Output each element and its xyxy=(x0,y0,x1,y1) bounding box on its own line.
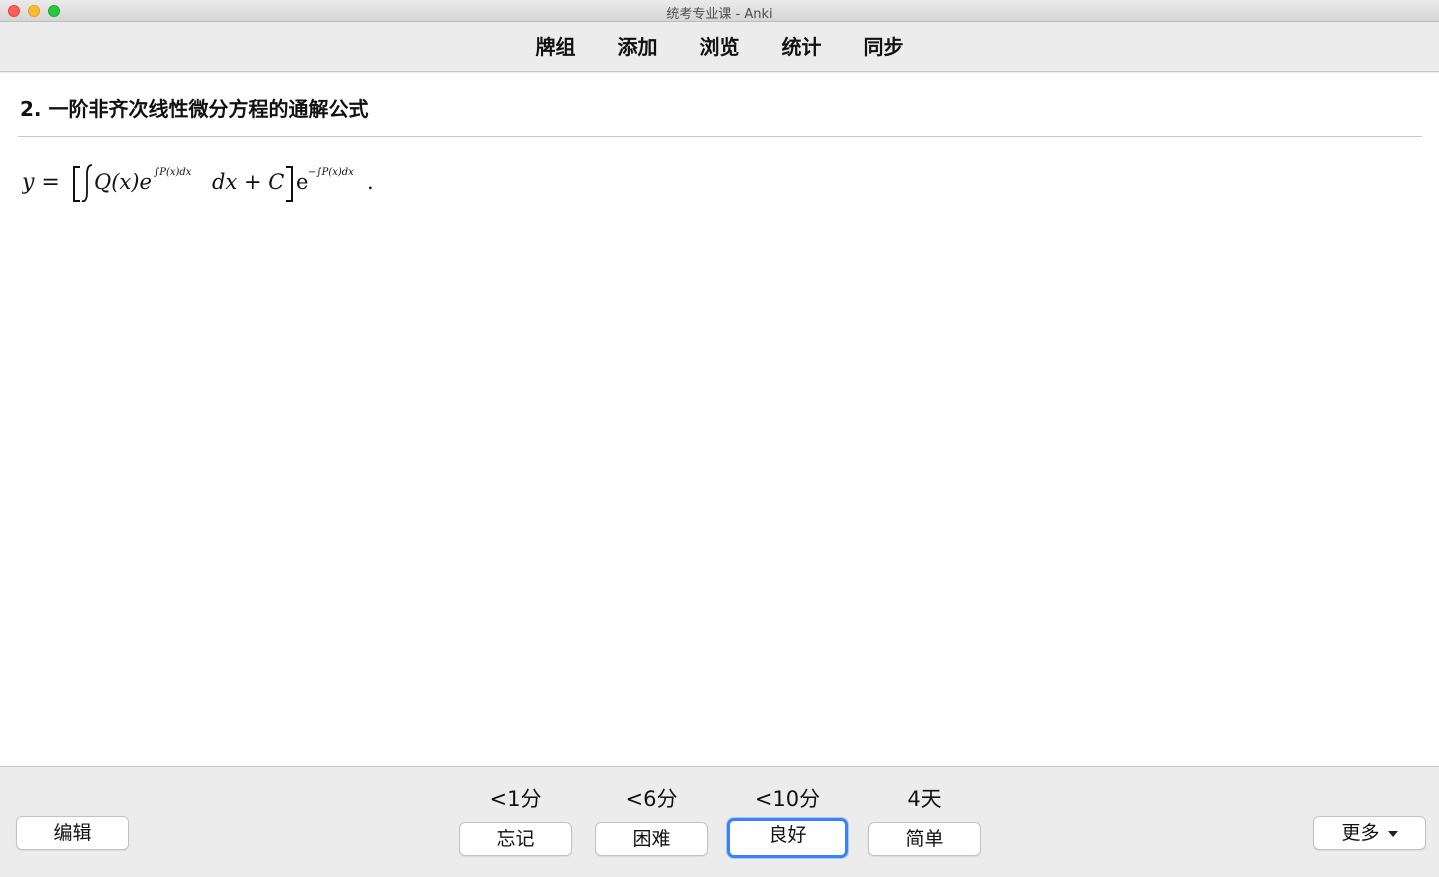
toolbar-decks[interactable]: 牌组 xyxy=(536,34,576,60)
hard-button[interactable]: 困难 xyxy=(595,822,708,856)
formula-term1: Q(x)e xyxy=(94,170,152,194)
good-button[interactable]: 良好 xyxy=(727,818,848,858)
formula-exp1: ∫P(x)dx xyxy=(154,167,192,178)
interval-again: <1分 xyxy=(489,787,542,811)
again-button[interactable]: 忘记 xyxy=(459,822,572,856)
card-content: 2. 一阶非齐次线性微分方程的通解公式 y = Q(x)e ∫P(x)dx dx… xyxy=(0,73,1439,766)
formula-dx: dx + C xyxy=(212,170,284,194)
window-titlebar: 统考专业课 - Anki xyxy=(0,0,1439,22)
more-button[interactable]: 更多 xyxy=(1313,816,1426,850)
easy-button[interactable]: 简单 xyxy=(868,822,981,856)
formula-term2: e xyxy=(296,170,308,194)
interval-hard: <6分 xyxy=(625,787,678,811)
answer-divider xyxy=(18,136,1422,137)
answer-formula-image: y = Q(x)e ∫P(x)dx dx + C e −∫P(x)dx . xyxy=(22,157,382,207)
review-bottom-bar: 编辑 <1分 <6分 <10分 4天 忘记 困难 良好 简单 更多 xyxy=(0,766,1439,877)
formula-lhs: y = xyxy=(22,170,60,195)
more-button-label: 更多 xyxy=(1341,822,1380,844)
formula-exp2: −∫P(x)dx xyxy=(308,167,354,178)
window-title: 统考专业课 - Anki xyxy=(666,7,773,22)
card-question: 2. 一阶非齐次线性微分方程的通解公式 xyxy=(20,97,369,121)
toolbar-browse[interactable]: 浏览 xyxy=(700,34,740,60)
main-toolbar: 牌组 添加 浏览 统计 同步 xyxy=(0,22,1439,72)
edit-button[interactable]: 编辑 xyxy=(16,816,129,850)
toolbar-nav: 牌组 添加 浏览 统计 同步 xyxy=(0,34,1439,60)
toolbar-stats[interactable]: 统计 xyxy=(782,34,822,60)
chevron-down-icon xyxy=(1387,830,1398,837)
toolbar-sync[interactable]: 同步 xyxy=(864,34,904,60)
formula-end: . xyxy=(367,170,374,194)
toolbar-add[interactable]: 添加 xyxy=(618,34,658,60)
interval-good: <10分 xyxy=(754,787,821,811)
interval-easy: 4天 xyxy=(907,787,942,811)
